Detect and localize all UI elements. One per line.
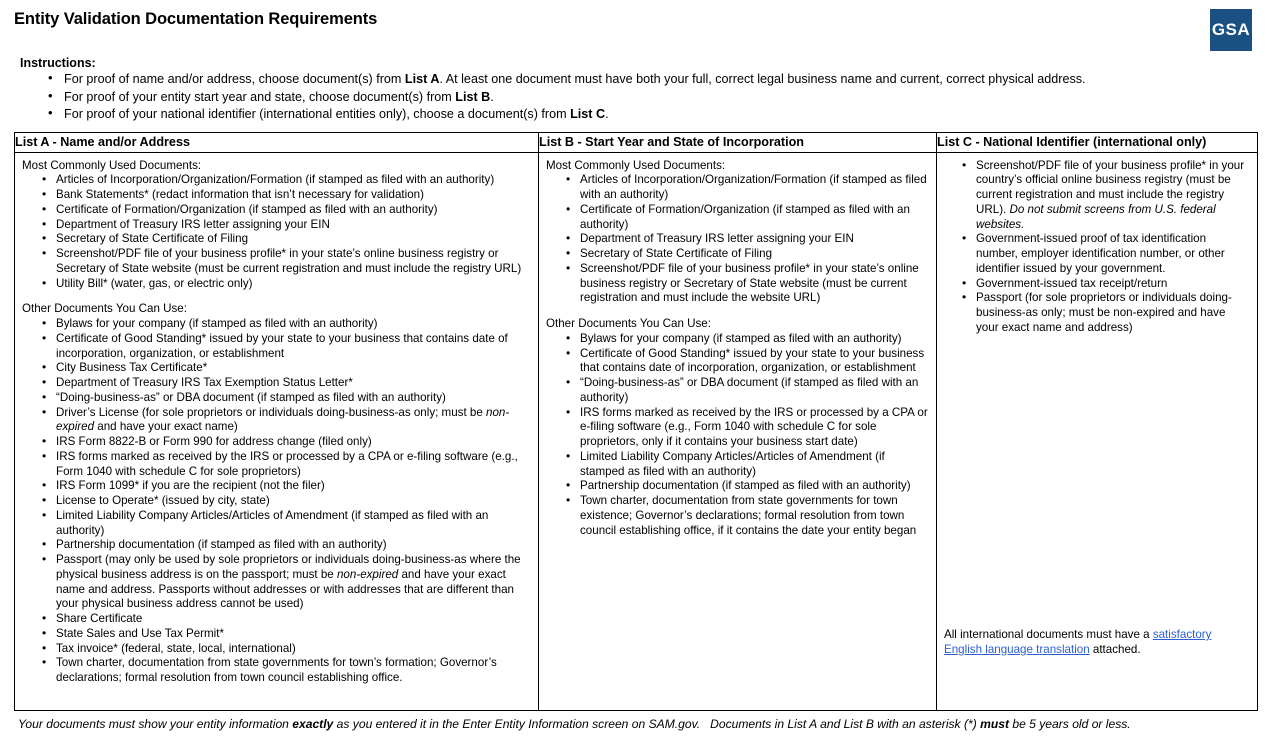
cell-list-a: Most Commonly Used Documents: Articles o… (14, 151, 539, 711)
footer-bold-exactly: exactly (292, 716, 334, 731)
list-b-body: Most Commonly Used Documents: Articles o… (539, 153, 936, 710)
column-header-list-c: List C - National Identifier (internatio… (936, 131, 1258, 153)
instruction-item: For proof of your entity start year and … (48, 88, 1254, 106)
footer-part-2: as you entered it in the Enter Entity In… (333, 716, 701, 731)
list-item: Screenshot/PDF file of your business pro… (566, 261, 929, 306)
list-item: City Business Tax Certificate* (42, 360, 531, 376)
document-page: Entity Validation Documentation Requirem… (0, 0, 1268, 743)
list-item: Bank Statements* (redact information tha… (42, 187, 531, 203)
instructions-list: For proof of name and/or address, choose… (14, 70, 1254, 123)
list-item: State Sales and Use Tax Permit* (42, 626, 531, 642)
document-header: Entity Validation Documentation Requirem… (14, 0, 1254, 51)
list-item: “Doing-business-as” or DBA document (if … (566, 375, 929, 406)
list-item: Screenshot/PDF file of your business pro… (42, 246, 531, 277)
cell-list-b: Most Commonly Used Documents: Articles o… (538, 151, 937, 711)
list-a-body: Most Commonly Used Documents: Articles o… (15, 153, 538, 710)
translation-note-suffix: attached. (1089, 642, 1141, 656)
list-item: Passport (may only be used by sole propr… (42, 552, 531, 612)
instructions-heading: Instructions: (20, 56, 96, 70)
cell-list-c: Screenshot/PDF file of your business pro… (936, 151, 1258, 711)
list-item: Driver’s License (for sole proprietors o… (42, 405, 531, 436)
list-item: Town charter, documentation from state g… (566, 493, 929, 538)
footer-note: Your documents must show your entity inf… (14, 716, 1254, 732)
footer-part-4: be 5 years old or less. (1009, 716, 1131, 731)
list-c-items: Screenshot/PDF file of your business pro… (944, 158, 1250, 336)
list-item: Articles of Incorporation/Organization/F… (566, 172, 929, 203)
list-item: Town charter, documentation from state g… (42, 655, 531, 686)
list-item: IRS forms marked as received by the IRS … (566, 405, 929, 450)
list-item: Partnership documentation (if stamped as… (566, 478, 929, 494)
list-item: Certificate of Good Standing* issued by … (566, 346, 929, 377)
list-item: License to Operate* (issued by city, sta… (42, 493, 531, 509)
list-b-common-label: Most Commonly Used Documents: (546, 158, 726, 172)
list-item: Bylaws for your company (if stamped as f… (42, 316, 531, 332)
list-item: Secretary of State Certificate of Filing (566, 246, 929, 262)
list-b-common-items: Articles of Incorporation/Organization/F… (546, 172, 929, 306)
list-item: Certificate of Formation/Organization (i… (566, 202, 929, 233)
list-item: Share Certificate (42, 611, 531, 627)
column-header-list-b: List B - Start Year and State of Incorpo… (538, 131, 937, 153)
list-a-other-label: Other Documents You Can Use: (22, 302, 187, 316)
list-item: Limited Liability Company Articles/Artic… (566, 449, 929, 480)
footer-part-1: Your documents must show your entity inf… (18, 716, 293, 731)
list-item: Government-issued proof of tax identific… (962, 231, 1250, 276)
list-a-common-items: Articles of Incorporation/Organization/F… (22, 172, 531, 292)
list-item: IRS forms marked as received by the IRS … (42, 449, 531, 480)
list-item: Department of Treasury IRS Tax Exemption… (42, 375, 531, 391)
list-item: Certificate of Formation/Organization (i… (42, 202, 531, 218)
list-item: Articles of Incorporation/Organization/F… (42, 172, 531, 188)
list-item: Screenshot/PDF file of your business pro… (962, 158, 1250, 233)
list-item: Department of Treasury IRS letter assign… (566, 231, 929, 247)
list-c-body: Screenshot/PDF file of your business pro… (937, 153, 1257, 710)
list-a-other-items: Bylaws for your company (if stamped as f… (22, 316, 531, 686)
gsa-logo: GSA (1210, 9, 1252, 51)
page-title: Entity Validation Documentation Requirem… (14, 10, 378, 28)
list-item: IRS Form 1099* if you are the recipient … (42, 478, 531, 494)
table-body-row: Most Commonly Used Documents: Articles o… (14, 151, 1258, 711)
list-item: Government-issued tax receipt/return (962, 276, 1250, 292)
list-item: Passport (for sole proprietors or indivi… (962, 290, 1250, 335)
instruction-item: For proof of your national identifier (i… (48, 105, 1254, 123)
list-b-other-items: Bylaws for your company (if stamped as f… (546, 331, 929, 539)
instruction-item: For proof of name and/or address, choose… (48, 70, 1254, 88)
column-header-list-a: List A - Name and/or Address (14, 131, 539, 153)
list-item: Certificate of Good Standing* issued by … (42, 331, 531, 362)
list-item: Limited Liability Company Articles/Artic… (42, 508, 531, 539)
documentation-lists-table: List A - Name and/or Address List B - St… (14, 131, 1258, 711)
translation-note: All international documents must have a … (944, 628, 1250, 658)
list-item: Utility Bill* (water, gas, or electric o… (42, 276, 531, 292)
translation-note-prefix: All international documents must have a (944, 628, 1153, 641)
footer-part-3: Documents in List A and List B with an a… (710, 716, 981, 731)
footer-bold-must: must (980, 716, 1009, 731)
list-item: Secretary of State Certificate of Filing (42, 231, 531, 247)
list-item: IRS Form 8822-B or Form 990 for address … (42, 434, 531, 450)
list-item: Tax invoice* (federal, state, local, int… (42, 641, 531, 657)
list-item: “Doing-business-as” or DBA document (if … (42, 390, 531, 406)
list-b-other-label: Other Documents You Can Use: (546, 317, 711, 331)
list-item: Partnership documentation (if stamped as… (42, 537, 531, 553)
list-item: Bylaws for your company (if stamped as f… (566, 331, 929, 347)
list-item: Department of Treasury IRS letter assign… (42, 217, 531, 233)
table-header-row: List A - Name and/or Address List B - St… (14, 131, 1258, 153)
list-a-common-label: Most Commonly Used Documents: (22, 158, 202, 172)
